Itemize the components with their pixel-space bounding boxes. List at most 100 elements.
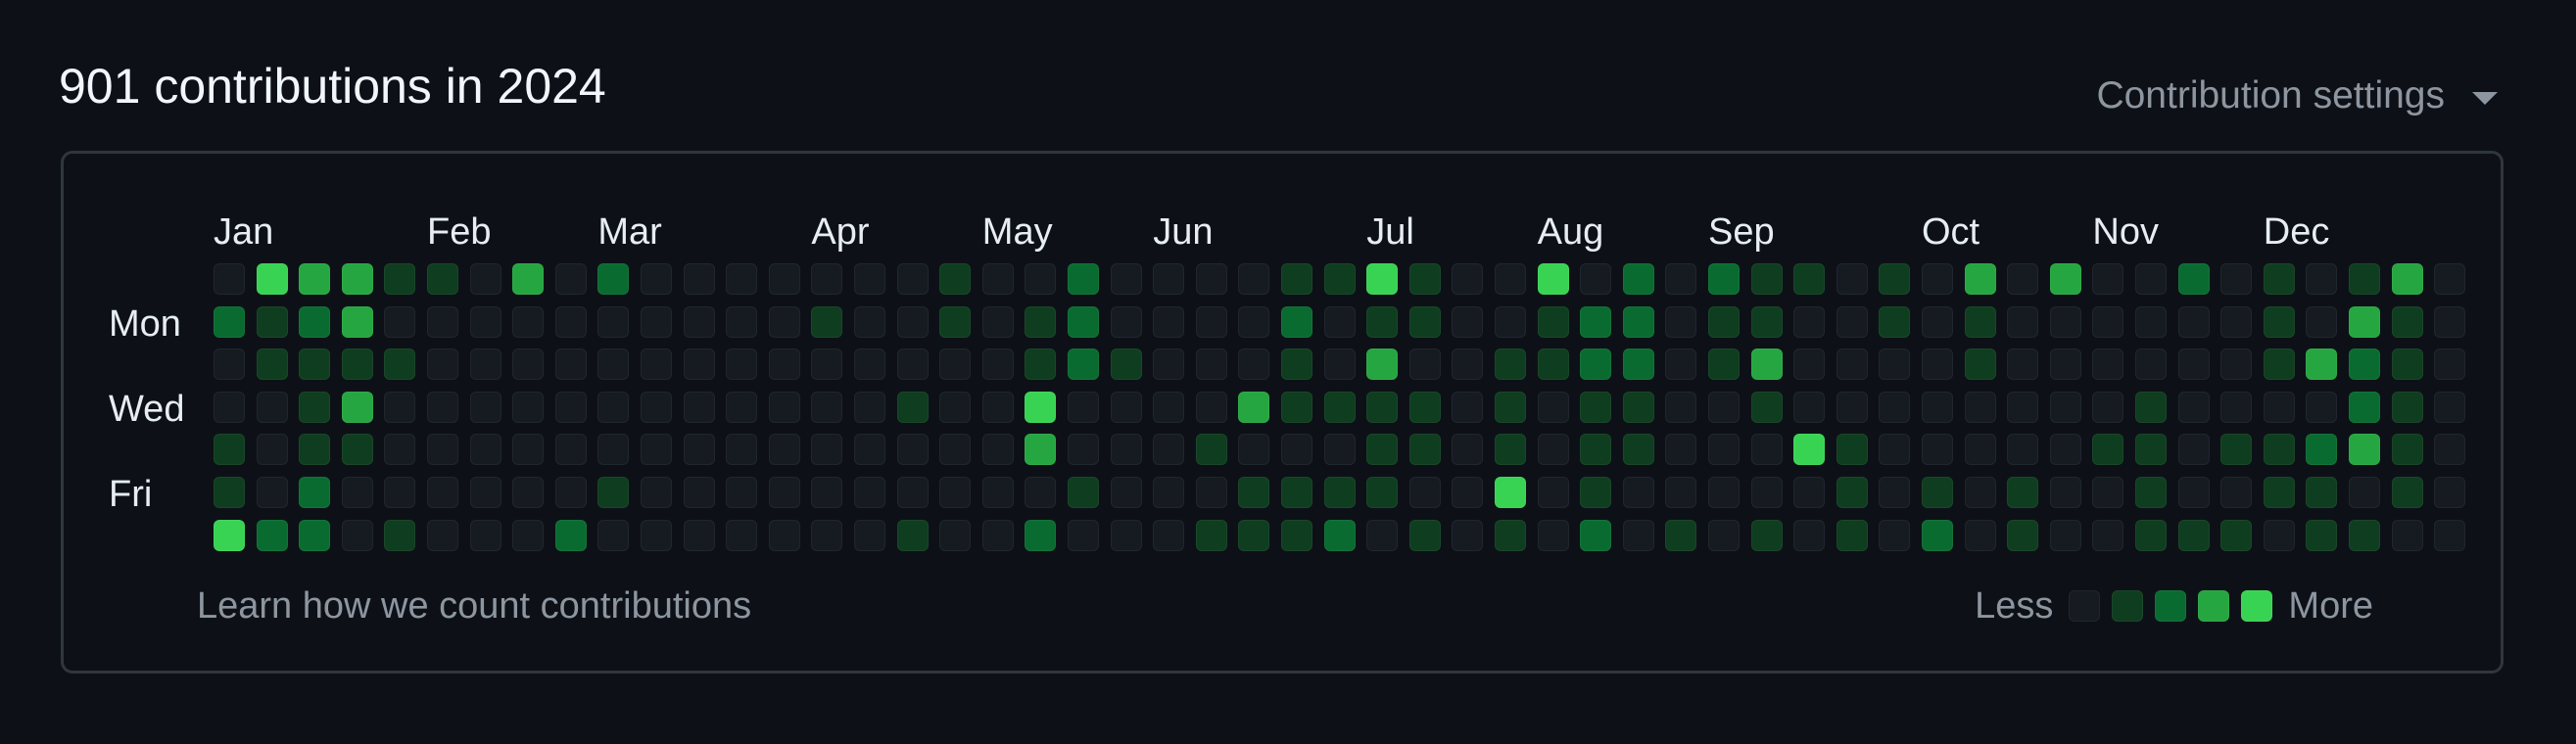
contribution-day-cell[interactable] [2007, 305, 2039, 338]
contribution-day-cell[interactable] [341, 519, 373, 551]
contribution-day-cell[interactable] [1964, 434, 1996, 466]
contribution-day-cell[interactable] [427, 349, 458, 381]
contribution-day-cell[interactable] [726, 391, 758, 423]
contribution-day-cell[interactable] [1622, 477, 1654, 508]
contribution-day-cell[interactable] [469, 305, 501, 338]
contribution-day-cell[interactable] [469, 263, 501, 295]
contribution-day-cell[interactable] [2263, 349, 2295, 381]
contribution-day-cell[interactable] [1537, 349, 1569, 381]
contribution-day-cell[interactable] [2263, 305, 2295, 338]
contribution-day-cell[interactable] [2177, 391, 2210, 423]
contribution-day-cell[interactable] [1964, 349, 1996, 381]
contribution-day-cell[interactable] [1793, 349, 1826, 381]
contribution-day-cell[interactable] [1323, 519, 1356, 551]
contribution-day-cell[interactable] [1495, 477, 1526, 508]
contribution-day-cell[interactable] [1922, 305, 1953, 338]
contribution-day-cell[interactable] [2263, 391, 2295, 423]
contribution-day-cell[interactable] [1922, 477, 1953, 508]
contribution-day-cell[interactable] [1580, 391, 1612, 423]
contribution-day-cell[interactable] [1793, 477, 1826, 508]
contribution-day-cell[interactable] [939, 349, 972, 381]
contribution-day-cell[interactable] [854, 349, 885, 381]
contribution-day-cell[interactable] [2434, 349, 2466, 381]
contribution-day-cell[interactable] [1879, 477, 1911, 508]
contribution-day-cell[interactable] [299, 349, 331, 381]
contribution-day-cell[interactable] [2177, 305, 2210, 338]
contribution-day-cell[interactable] [1153, 434, 1185, 466]
contribution-day-cell[interactable] [214, 434, 245, 466]
contribution-day-cell[interactable] [2135, 263, 2167, 295]
contribution-day-cell[interactable] [299, 391, 331, 423]
contribution-day-cell[interactable] [2306, 305, 2338, 338]
contribution-day-cell[interactable] [1238, 263, 1270, 295]
contribution-day-cell[interactable] [1665, 263, 1697, 295]
contribution-day-cell[interactable] [2220, 477, 2253, 508]
contribution-day-cell[interactable] [2306, 434, 2338, 466]
contribution-day-cell[interactable] [554, 391, 587, 423]
contribution-day-cell[interactable] [1195, 391, 1227, 423]
contribution-day-cell[interactable] [1665, 349, 1697, 381]
contribution-day-cell[interactable] [2049, 263, 2081, 295]
contribution-day-cell[interactable] [384, 263, 416, 295]
contribution-day-cell[interactable] [811, 263, 843, 295]
contribution-day-cell[interactable] [427, 391, 458, 423]
contribution-day-cell[interactable] [1665, 305, 1697, 338]
contribution-day-cell[interactable] [2177, 477, 2210, 508]
contribution-day-cell[interactable] [384, 391, 416, 423]
contribution-day-cell[interactable] [1750, 305, 1783, 338]
contribution-day-cell[interactable] [554, 263, 587, 295]
contribution-day-cell[interactable] [726, 349, 758, 381]
contribution-day-cell[interactable] [2220, 391, 2253, 423]
contribution-day-cell[interactable] [641, 434, 672, 466]
contribution-day-cell[interactable] [1793, 263, 1826, 295]
contribution-day-cell[interactable] [939, 305, 972, 338]
learn-contributions-link[interactable]: Learn how we count contributions [197, 584, 751, 628]
contribution-day-cell[interactable] [1323, 263, 1356, 295]
contribution-day-cell[interactable] [854, 263, 885, 295]
contribution-day-cell[interactable] [384, 434, 416, 466]
contribution-day-cell[interactable] [554, 477, 587, 508]
contribution-day-cell[interactable] [1452, 477, 1484, 508]
contribution-day-cell[interactable] [1110, 477, 1142, 508]
contribution-day-cell[interactable] [768, 349, 800, 381]
contribution-day-cell[interactable] [2391, 519, 2423, 551]
contribution-day-cell[interactable] [1408, 349, 1441, 381]
contribution-day-cell[interactable] [1153, 263, 1185, 295]
contribution-day-cell[interactable] [469, 349, 501, 381]
contribution-day-cell[interactable] [2007, 519, 2039, 551]
contribution-day-cell[interactable] [1793, 434, 1826, 466]
contribution-day-cell[interactable] [341, 305, 373, 338]
contribution-day-cell[interactable] [2263, 434, 2295, 466]
contribution-day-cell[interactable] [1580, 477, 1612, 508]
contribution-day-cell[interactable] [1025, 434, 1057, 466]
contribution-day-cell[interactable] [1408, 434, 1441, 466]
contribution-day-cell[interactable] [1580, 519, 1612, 551]
contribution-day-cell[interactable] [597, 349, 630, 381]
contribution-day-cell[interactable] [768, 477, 800, 508]
contribution-day-cell[interactable] [2306, 519, 2338, 551]
contribution-day-cell[interactable] [512, 477, 545, 508]
contribution-day-cell[interactable] [256, 434, 288, 466]
contribution-day-cell[interactable] [896, 349, 929, 381]
contribution-day-cell[interactable] [1964, 305, 1996, 338]
contribution-day-cell[interactable] [939, 519, 972, 551]
contribution-day-cell[interactable] [1281, 305, 1312, 338]
contribution-day-cell[interactable] [1068, 434, 1099, 466]
contribution-day-cell[interactable] [896, 263, 929, 295]
contribution-day-cell[interactable] [726, 305, 758, 338]
contribution-day-cell[interactable] [683, 391, 715, 423]
contribution-day-cell[interactable] [1238, 349, 1270, 381]
contribution-day-cell[interactable] [1153, 519, 1185, 551]
contribution-day-cell[interactable] [2220, 305, 2253, 338]
contribution-day-cell[interactable] [2349, 477, 2380, 508]
contribution-day-cell[interactable] [2135, 305, 2167, 338]
contribution-day-cell[interactable] [1366, 434, 1399, 466]
contribution-day-cell[interactable] [1622, 305, 1654, 338]
contribution-day-cell[interactable] [427, 434, 458, 466]
contribution-day-cell[interactable] [1879, 434, 1911, 466]
contribution-day-cell[interactable] [1836, 519, 1868, 551]
contribution-day-cell[interactable] [1110, 434, 1142, 466]
contribution-day-cell[interactable] [2391, 477, 2423, 508]
contribution-day-cell[interactable] [1580, 434, 1612, 466]
contribution-day-cell[interactable] [2007, 349, 2039, 381]
